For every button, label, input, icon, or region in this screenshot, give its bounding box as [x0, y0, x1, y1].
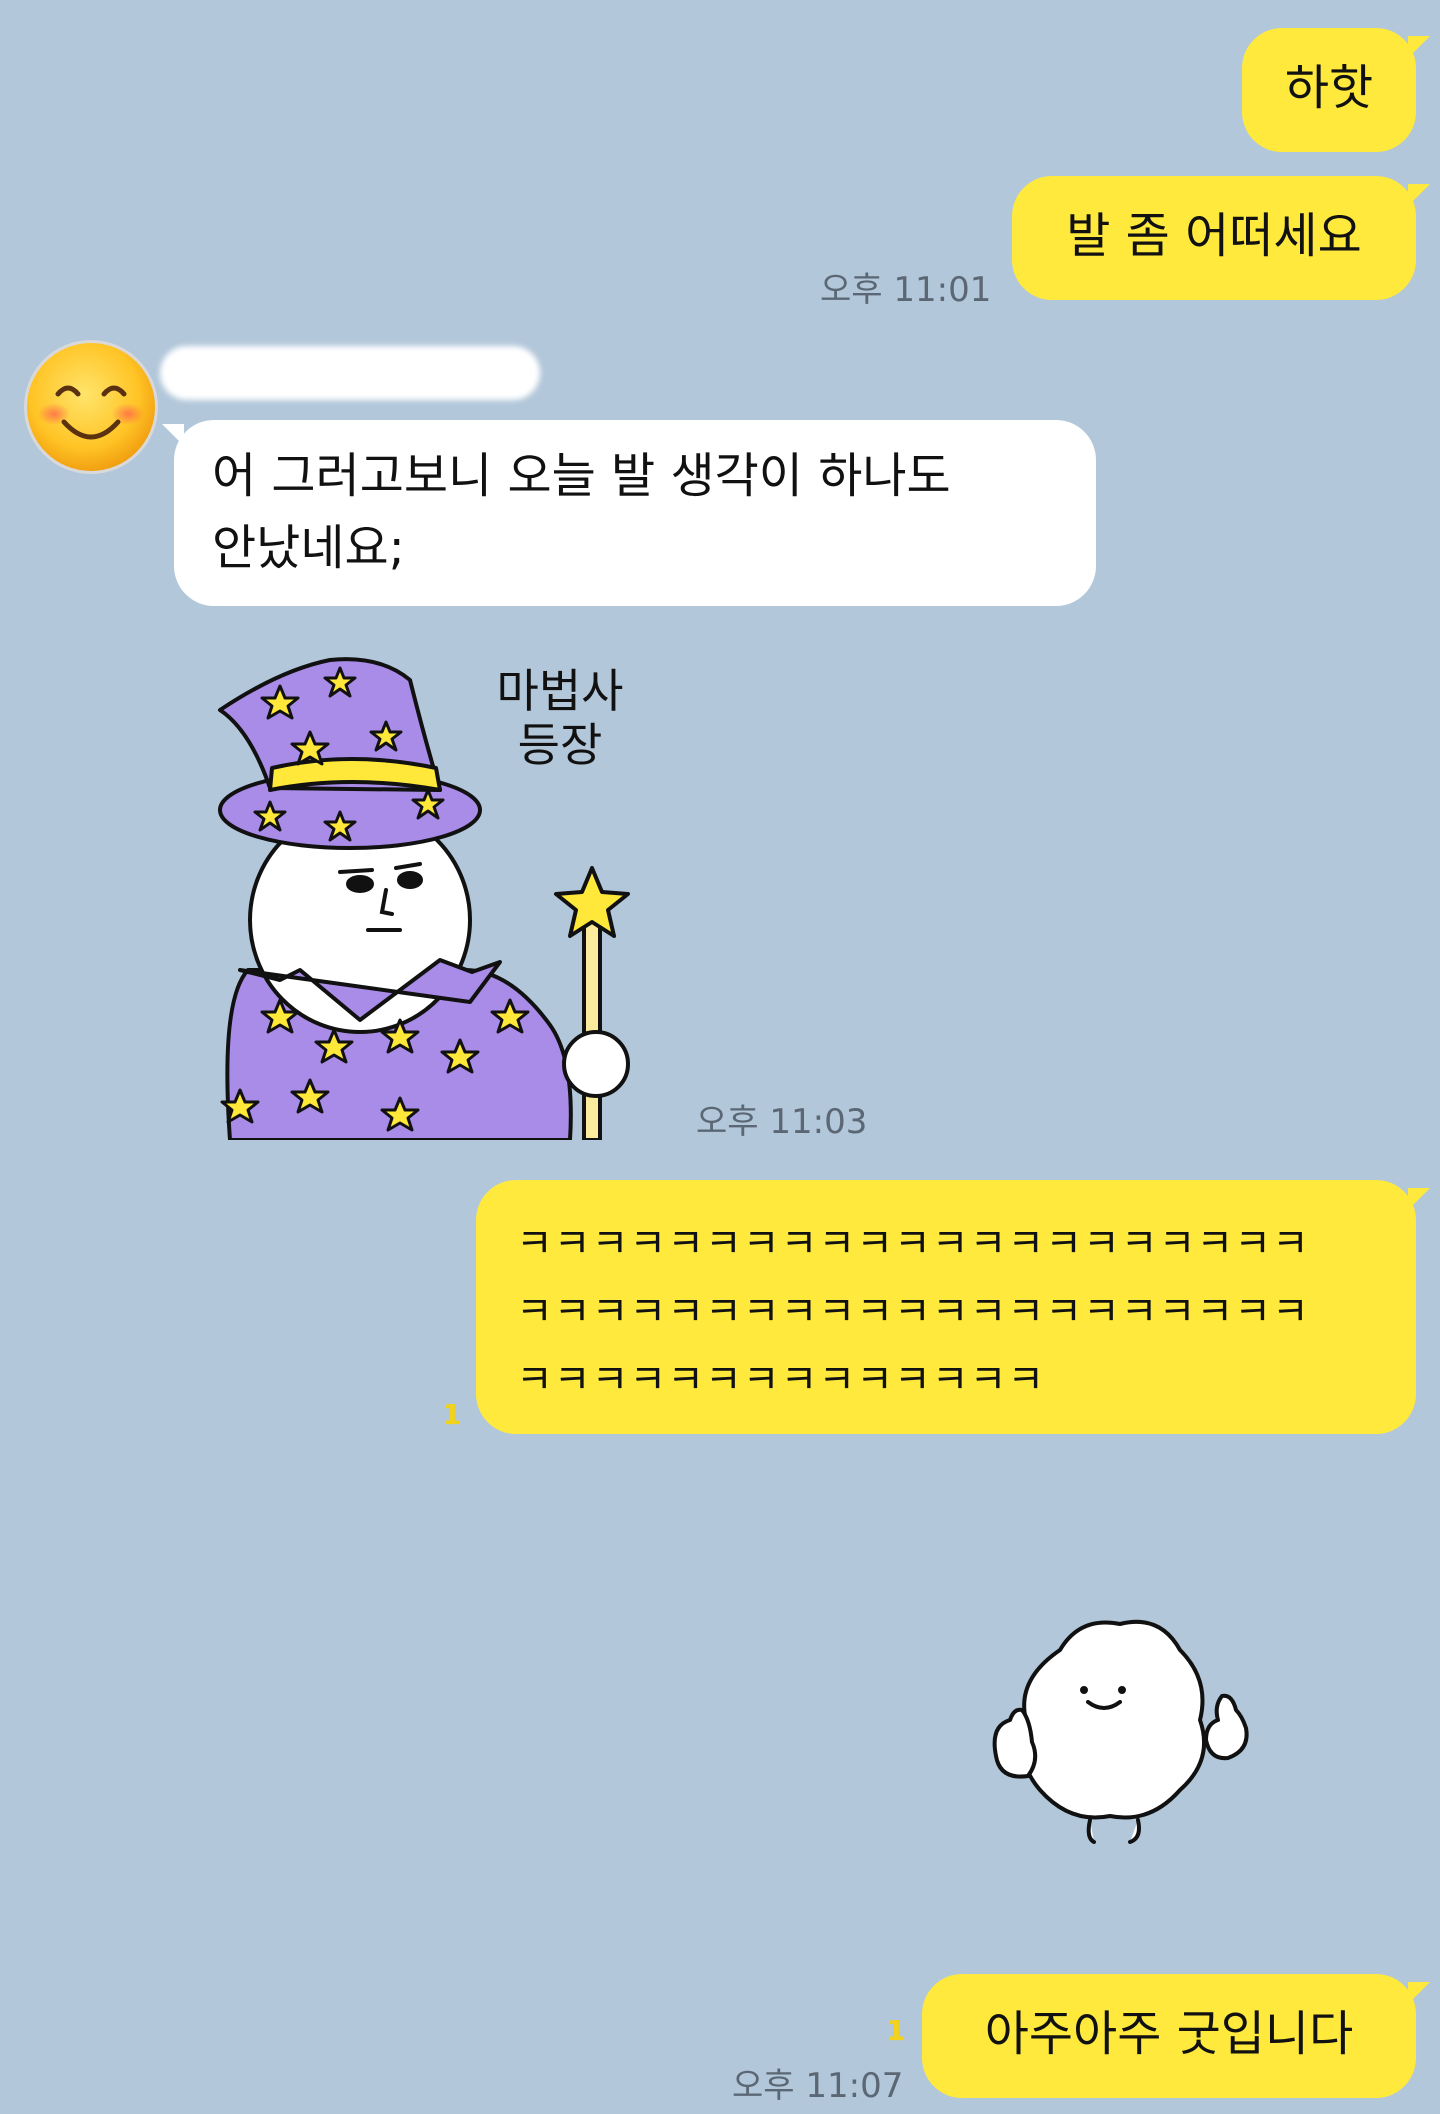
message-bubble-mine[interactable]: 발 좀 어떠세요: [1012, 176, 1416, 300]
unread-count: 1: [886, 2014, 906, 2047]
sticker-caption: 마법사 등장: [480, 664, 640, 772]
bubble-tail: [1408, 184, 1430, 206]
message-text-line: 어 그러고보니 오늘 발 생각이 하나도: [212, 448, 951, 504]
message-timestamp: 오후 11:01: [820, 270, 992, 310]
message-bubble-mine[interactable]: ㅋㅋㅋㅋㅋㅋㅋㅋㅋㅋㅋㅋㅋㅋㅋㅋㅋㅋㅋㅋㅋ ㅋㅋㅋㅋㅋㅋㅋㅋㅋㅋㅋㅋㅋㅋㅋㅋㅋㅋ…: [476, 1180, 1416, 1434]
unread-count: 1: [442, 1398, 462, 1431]
message-text: 발 좀 어떠세요: [1066, 208, 1362, 264]
message-bubble-theirs[interactable]: 어 그러고보니 오늘 발 생각이 하나도 안났네요;: [174, 420, 1096, 606]
message-text: 하핫: [1284, 60, 1374, 116]
bubble-tail: [1408, 1188, 1430, 1210]
message-bubble-mine[interactable]: 아주아주 굿입니다: [922, 1974, 1416, 2098]
sender-name-redacted: [160, 346, 540, 400]
message-text-line: ㅋㅋㅋㅋㅋㅋㅋㅋㅋㅋㅋㅋㅋㅋ: [516, 1357, 1046, 1403]
message-timestamp: 오후 11:07: [732, 2066, 904, 2106]
message-text-line: ㅋㅋㅋㅋㅋㅋㅋㅋㅋㅋㅋㅋㅋㅋㅋㅋㅋㅋㅋㅋㅋ: [516, 1289, 1310, 1335]
sticker-caption-line: 마법사: [496, 664, 624, 718]
thumbs-up-character-icon: [992, 1619, 1249, 1844]
bubble-tail: [1408, 36, 1430, 58]
message-text: 아주아주 굿입니다: [984, 2006, 1354, 2062]
thumbs-up-blob-sticker[interactable]: [970, 1610, 1270, 1850]
bubble-tail: [162, 424, 184, 446]
sender-avatar[interactable]: [24, 340, 158, 474]
message-text-line: ㅋㅋㅋㅋㅋㅋㅋㅋㅋㅋㅋㅋㅋㅋㅋㅋㅋㅋㅋㅋㅋ: [516, 1221, 1310, 1267]
message-text-line: 안났네요;: [212, 520, 405, 576]
bubble-tail: [1408, 1982, 1430, 2004]
message-bubble-mine[interactable]: 하핫: [1242, 28, 1416, 152]
message-timestamp: 오후 11:03: [696, 1102, 868, 1142]
sticker-caption-line: 등장: [517, 718, 603, 772]
smiling-face-icon: [24, 340, 158, 474]
